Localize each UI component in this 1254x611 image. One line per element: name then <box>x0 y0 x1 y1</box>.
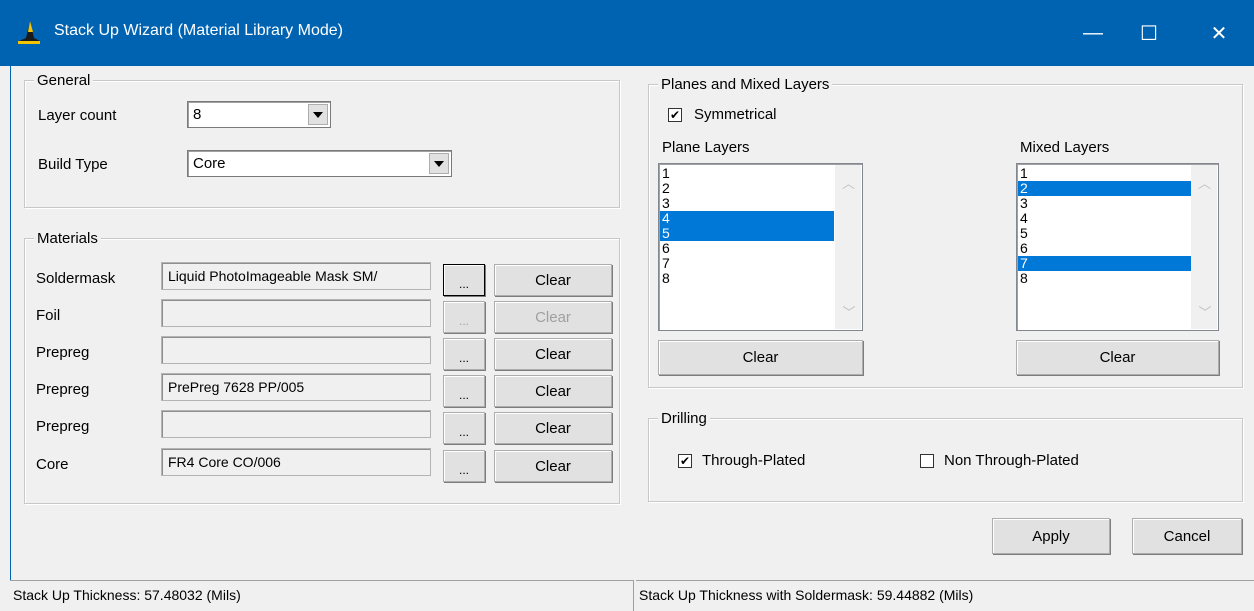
material-label: Core <box>36 456 69 473</box>
material-field[interactable]: PrePreg 7628 PP/005 <box>161 373 431 401</box>
through-plated-label: Through-Plated <box>702 452 806 469</box>
material-label: Soldermask <box>36 270 116 287</box>
clear-plane-layers-button[interactable]: Clear <box>658 340 863 375</box>
material-label: Prepreg <box>36 381 90 398</box>
status-thickness-with-mask: Stack Up Thickness with Soldermask: 59.4… <box>639 587 974 603</box>
general-group <box>24 80 620 208</box>
material-browse-button[interactable]: ... <box>443 450 485 482</box>
build-type-select[interactable]: Core <box>187 150 452 177</box>
material-clear-button[interactable]: Clear <box>494 450 612 482</box>
material-label: Prepreg <box>36 344 90 361</box>
mixed-layers-scrollbar[interactable]: ︿ ﹀ <box>1191 165 1217 329</box>
material-value: Liquid PhotoImageable Mask SM/ <box>168 268 378 284</box>
maximize-button[interactable]: ☐ <box>1114 0 1184 66</box>
dropdown-arrow-icon[interactable] <box>429 153 449 174</box>
layer-count-select[interactable]: 8 <box>187 101 331 128</box>
list-item[interactable]: 8 <box>1018 271 1192 286</box>
material-field[interactable] <box>161 299 431 327</box>
plane-layers-list[interactable]: 12345678 ︿ ﹀ <box>658 163 863 331</box>
build-type-label: Build Type <box>38 156 108 173</box>
list-item[interactable]: 4 <box>1018 211 1192 226</box>
material-field[interactable]: FR4 Core CO/006 <box>161 448 431 476</box>
chevron-down-icon[interactable]: ﹀ <box>836 302 862 321</box>
status-thickness: Stack Up Thickness: 57.48032 (Mils) <box>13 587 241 603</box>
list-item[interactable]: 1 <box>1018 166 1192 181</box>
list-item[interactable]: 6 <box>1018 241 1192 256</box>
through-plated-checkbox[interactable]: ✔ <box>678 454 692 468</box>
layer-count-value: 8 <box>193 106 202 123</box>
list-item[interactable]: 3 <box>660 196 834 211</box>
list-item[interactable]: 7 <box>1018 256 1192 271</box>
mixed-layers-label: Mixed Layers <box>1020 139 1110 156</box>
list-item[interactable]: 5 <box>660 226 834 241</box>
material-clear-button: Clear <box>494 301 612 333</box>
list-item[interactable]: 7 <box>660 256 834 271</box>
dropdown-arrow-icon[interactable] <box>308 104 328 125</box>
non-through-plated-label: Non Through-Plated <box>944 452 1079 469</box>
symmetrical-checkbox[interactable]: ✔ <box>668 108 682 122</box>
ellipsis-icon: ... <box>458 314 469 328</box>
material-browse-button: ... <box>443 301 485 333</box>
list-item[interactable]: 8 <box>660 271 834 286</box>
general-group-title: General <box>34 72 94 89</box>
ellipsis-icon: ... <box>458 351 469 365</box>
symmetrical-label: Symmetrical <box>694 106 777 123</box>
list-item[interactable]: 1 <box>660 166 834 181</box>
checkmark-icon: ✔ <box>669 108 681 122</box>
maximize-icon: ☐ <box>1140 22 1158 45</box>
material-browse-button[interactable]: ... <box>443 375 485 407</box>
material-field[interactable] <box>161 410 431 438</box>
plane-layers-label: Plane Layers <box>662 139 750 156</box>
apply-button[interactable]: Apply <box>992 518 1110 554</box>
material-label: Foil <box>36 307 61 324</box>
list-item[interactable]: 2 <box>660 181 834 196</box>
title-bar[interactable]: Stack Up Wizard (Material Library Mode) … <box>0 0 1254 66</box>
chevron-down-icon[interactable]: ﹀ <box>1192 302 1218 321</box>
chevron-up-icon[interactable]: ︿ <box>1192 173 1217 192</box>
checkmark-icon: ✔ <box>679 454 691 468</box>
list-item[interactable]: 3 <box>1018 196 1192 211</box>
non-through-plated-checkbox[interactable] <box>920 454 934 468</box>
minimize-icon: — <box>1083 21 1103 44</box>
list-item[interactable]: 2 <box>1018 181 1192 196</box>
mixed-layers-list[interactable]: 12345678 ︿ ﹀ <box>1016 163 1219 331</box>
drilling-group-title: Drilling <box>658 410 710 427</box>
layer-count-label: Layer count <box>38 107 117 124</box>
status-thickness-panel: Stack Up Thickness: 57.48032 (Mils) <box>10 580 634 611</box>
ellipsis-icon: ... <box>458 463 469 477</box>
material-clear-button[interactable]: Clear <box>494 264 612 296</box>
chevron-up-icon[interactable]: ︿ <box>836 173 861 192</box>
close-icon: ✕ <box>1210 22 1228 45</box>
ellipsis-icon: ... <box>458 425 469 439</box>
clear-mixed-layers-button[interactable]: Clear <box>1016 340 1219 375</box>
cancel-button[interactable]: Cancel <box>1132 518 1242 554</box>
close-button[interactable]: ✕ <box>1184 0 1254 66</box>
materials-group-title: Materials <box>34 230 101 247</box>
list-item[interactable]: 4 <box>660 211 834 226</box>
planes-group-title: Planes and Mixed Layers <box>658 76 833 93</box>
material-value: PrePreg 7628 PP/005 <box>168 379 305 395</box>
material-clear-button[interactable]: Clear <box>494 412 612 444</box>
material-value: FR4 Core CO/006 <box>168 454 281 470</box>
status-thickness-mask-panel: Stack Up Thickness with Soldermask: 59.4… <box>636 580 1254 611</box>
ellipsis-icon: ... <box>458 388 469 402</box>
ellipsis-icon: ... <box>458 277 469 291</box>
wizard-hat-icon <box>18 21 40 44</box>
material-browse-button[interactable]: ... <box>443 412 485 444</box>
material-field[interactable]: Liquid PhotoImageable Mask SM/ <box>161 262 431 290</box>
material-field[interactable] <box>161 336 431 364</box>
material-clear-button[interactable]: Clear <box>494 338 612 370</box>
material-browse-button[interactable]: ... <box>443 338 485 370</box>
material-browse-button[interactable]: ... <box>443 264 485 296</box>
material-clear-button[interactable]: Clear <box>494 375 612 407</box>
list-item[interactable]: 6 <box>660 241 834 256</box>
window-title: Stack Up Wizard (Material Library Mode) <box>54 22 343 39</box>
plane-layers-scrollbar[interactable]: ︿ ﹀ <box>835 165 861 329</box>
build-type-value: Core <box>193 155 226 172</box>
list-item[interactable]: 5 <box>1018 226 1192 241</box>
material-label: Prepreg <box>36 418 90 435</box>
